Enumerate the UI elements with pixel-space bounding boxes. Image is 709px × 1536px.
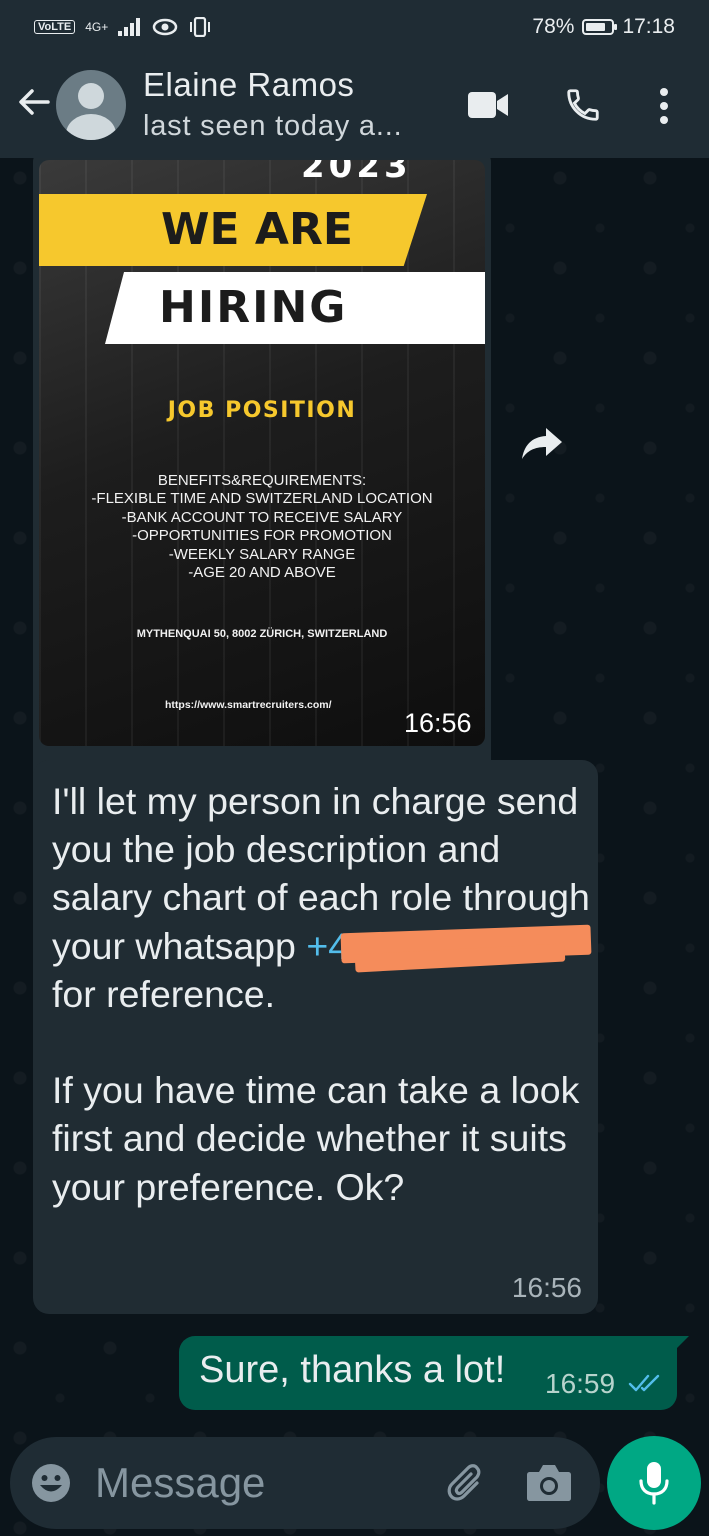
message-body: I'll let my person in charge send you th… (52, 777, 592, 1211)
message-input[interactable]: Message (95, 1459, 265, 1507)
message-body: Sure, thanks a lot! (199, 1349, 506, 1391)
poster-line2: HIRING (159, 282, 348, 333)
poster-year: 2023 (301, 160, 412, 186)
incoming-text-message[interactable]: I'll let my person in charge send you th… (33, 760, 598, 1314)
poster-banner-yellow: WE ARE (39, 194, 427, 266)
vibrate-icon (190, 17, 211, 37)
poster-benefits: BENEFITS&REQUIREMENTS: -FLEXIBLE TIME AN… (39, 472, 485, 582)
poster-benefit-line: -AGE 20 AND ABOVE (188, 564, 336, 582)
poster-benefit-line: -OPPORTUNITIES FOR PROMOTION (132, 527, 392, 545)
poster-benefit-line: -BANK ACCOUNT TO RECEIVE SALARY (121, 508, 403, 526)
hiring-poster-image[interactable]: 2023 WE ARE HIRING JOB POSITION BENEFITS… (39, 160, 485, 746)
message-composer[interactable]: Message (10, 1437, 600, 1529)
mic-button[interactable] (607, 1436, 701, 1530)
status-left: VoLTE 4G+ (34, 17, 212, 37)
poster-address: MYTHENQUAI 50, 8002 ZÜRICH, SWITZERLAND (136, 628, 388, 640)
camera-icon[interactable] (526, 1462, 572, 1502)
message-timestamp: 16:56 (511, 1272, 582, 1303)
back-arrow-icon[interactable] (14, 82, 54, 122)
signal-icon (118, 18, 141, 36)
poster-benefit-line: -FLEXIBLE TIME AND SWITZERLAND LOCATION (91, 490, 433, 508)
eye-icon (152, 18, 178, 36)
message-timestamp: 16:56 (404, 708, 472, 738)
message-timestamp: 16:59 (545, 1368, 616, 1399)
volte-indicator: VoLTE (34, 20, 76, 34)
poster-benefit-line: BENEFITS&REQUIREMENTS: (157, 472, 367, 489)
outgoing-text-message[interactable]: Sure, thanks a lot! 16:59 (179, 1336, 689, 1410)
contact-last-seen[interactable]: last seen today a... (143, 110, 402, 143)
message-text-part: If you have time can take a look first a… (52, 1069, 590, 1208)
chat-header: Elaine Ramos last seen today a... (0, 54, 709, 158)
more-vert-icon[interactable] (657, 86, 671, 126)
video-call-icon[interactable] (467, 90, 509, 120)
emoji-icon[interactable] (30, 1462, 72, 1504)
chat-area[interactable]: 2023 WE ARE HIRING JOB POSITION BENEFITS… (0, 158, 709, 1536)
poster-banner-white: HIRING (105, 272, 485, 344)
battery-percent: 78% (532, 15, 575, 38)
read-receipt-icon (628, 1374, 660, 1392)
avatar[interactable] (56, 70, 126, 140)
status-bar: VoLTE 4G+ 78% 17:18 (0, 0, 709, 54)
status-right: 78% 17:18 (532, 15, 675, 39)
poster-line1: WE ARE (161, 204, 353, 255)
battery-icon (582, 19, 618, 35)
mic-icon (639, 1462, 669, 1505)
poster-benefit-line: -WEEKLY SALARY RANGE (168, 545, 356, 563)
poster-url: https://www.smartrecruiters.com/ (165, 699, 332, 711)
attach-icon[interactable] (442, 1459, 486, 1507)
network-type: 4G+ (85, 19, 109, 34)
clock: 17:18 (622, 15, 675, 38)
forward-icon[interactable] (516, 416, 568, 468)
voice-call-icon[interactable] (564, 86, 602, 124)
contact-name[interactable]: Elaine Ramos (143, 66, 354, 104)
poster-job-position: JOB POSITION (167, 398, 357, 423)
redaction-mark (349, 929, 587, 963)
